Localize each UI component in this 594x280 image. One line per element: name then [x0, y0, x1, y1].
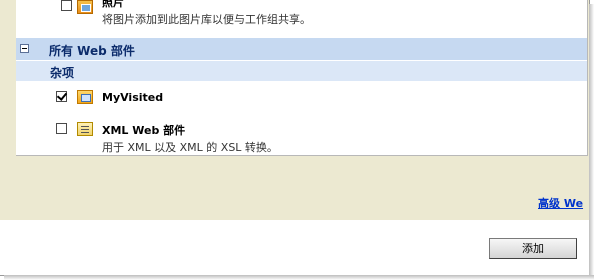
- xml-web-part-checkbox[interactable]: [56, 123, 67, 134]
- web-part-panel: 照片 将图片添加到此图片库以便与工作组共享。 所有 Web 部件 杂项 MyVi…: [0, 0, 589, 220]
- xml-web-part-title[interactable]: XML Web 部件: [102, 122, 185, 138]
- advanced-web-part-gallery-link[interactable]: 高级 We: [538, 195, 583, 211]
- my-visited-checkbox[interactable]: [56, 91, 67, 102]
- web-part-icon: [77, 90, 93, 104]
- image-icon: [77, 0, 93, 14]
- dialog-frame: 照片 将图片添加到此图片库以便与工作组共享。 所有 Web 部件 杂项 MyVi…: [0, 0, 590, 276]
- my-visited-title[interactable]: MyVisited: [102, 91, 163, 104]
- bottom-shadow: [4, 275, 594, 280]
- misc-subgroup: 杂项: [16, 60, 587, 81]
- all-web-parts-header[interactable]: 所有 Web 部件: [16, 38, 587, 60]
- add-button[interactable]: 添加: [489, 238, 577, 259]
- group-title: 所有 Web 部件: [49, 44, 135, 58]
- subgroup-title: 杂项: [50, 66, 75, 80]
- photo-title: 照片: [102, 0, 124, 9]
- xml-web-part-description: 用于 XML 以及 XML 的 XSL 转换。: [102, 141, 278, 154]
- minus-icon[interactable]: [20, 44, 29, 53]
- xml-icon: [77, 122, 93, 136]
- web-part-list[interactable]: 照片 将图片添加到此图片库以便与工作组共享。 所有 Web 部件 杂项 MyVi…: [16, 0, 588, 156]
- photo-checkbox[interactable]: [61, 0, 72, 11]
- right-shadow: [589, 4, 594, 280]
- photo-description: 将图片添加到此图片库以便与工作组共享。: [102, 13, 311, 26]
